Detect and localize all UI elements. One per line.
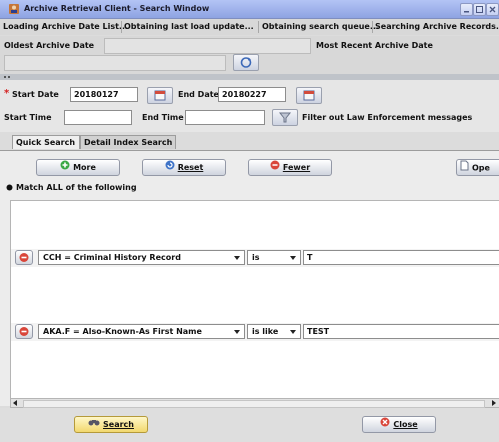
more-button[interactable]: More [36,159,120,176]
search-criteria-panel: * Start Date 20180127 End Date 20180227 … [0,80,499,132]
horizontal-scrollbar[interactable] [10,398,499,408]
field-select-value: CCH = Criminal History Record [43,253,181,262]
operator-select[interactable]: is [247,250,301,265]
required-asterisk: * [4,88,10,99]
tab-detail-index-search[interactable]: Detail Index Search [80,135,176,149]
match-all-label: Match ALL of the following [16,183,137,192]
archive-date-list-field [4,55,226,71]
document-icon [460,160,469,175]
window-title: Archive Retrieval Client - Search Window [24,4,210,13]
funnel-icon [273,112,297,127]
status-separator [258,21,259,33]
scroll-thumb[interactable] [23,400,485,408]
close-button-label: Close [393,420,418,429]
status-separator [121,21,122,33]
refresh-button[interactable] [233,54,259,71]
status-loading-dates: Loading Archive Date List... [3,22,129,31]
close-icon [380,417,390,432]
operator-select-value: is like [252,327,279,336]
reset-button-label: Reset [177,163,204,172]
title-bar: Archive Retrieval Client - Search Window [0,0,499,19]
filter-button[interactable] [272,109,298,126]
search-button-label: Search [103,420,134,429]
calendar-icon [148,90,172,105]
oldest-archive-date-label: Oldest Archive Date [4,41,95,50]
rule-row: AKA.F = Also-Known-As First Name is like… [11,323,499,341]
oldest-archive-date-field [104,38,311,54]
radio-selected-icon [6,183,16,192]
operator-select[interactable]: is like [247,324,301,339]
more-button-label: More [73,163,96,172]
status-separator [372,21,373,33]
minus-icon [270,160,280,175]
end-time-label: End Time [142,113,184,122]
filter-law-enforcement-label: Filter out Law Enforcement messages [302,113,473,122]
start-date-input[interactable]: 20180127 [70,87,138,102]
close-button[interactable]: Close [362,416,436,433]
start-date-calendar-button[interactable] [147,87,173,104]
end-date-label: End Date [178,90,219,99]
end-time-input[interactable] [185,110,265,125]
rule-value-input[interactable]: TEST [303,324,499,339]
rule-value-input[interactable]: T [303,250,499,265]
end-date-input[interactable]: 20180227 [218,87,286,102]
status-last-load: Obtaining last load update... [124,22,254,31]
plus-icon [60,160,70,175]
field-select[interactable]: CCH = Criminal History Record [38,250,245,265]
app-icon [8,3,20,15]
most-recent-archive-date-label: Most Recent Archive Date [316,41,433,50]
end-date-calendar-button[interactable] [296,87,322,104]
field-select[interactable]: AKA.F = Also-Known-As First Name [38,324,245,339]
rule-row: CCH = Criminal History Record is T [11,249,499,267]
scroll-left-icon[interactable] [13,400,17,406]
rule-list: CCH = Criminal History Record is T AKA.F… [10,200,499,400]
close-window-icon[interactable] [486,3,499,16]
operator-select-value: is [252,253,260,262]
archive-date-panel: Oldest Archive Date Most Recent Archive … [0,36,499,74]
chevron-down-icon [234,256,240,260]
fewer-button-label: Fewer [282,163,311,172]
start-date-label: Start Date [12,90,59,99]
match-all-option[interactable]: Match ALL of the following [6,183,137,192]
remove-icon [16,327,32,340]
reset-button[interactable]: Reset [142,159,226,176]
fewer-button[interactable]: Fewer [248,159,332,176]
open-button-label: Ope [472,163,490,173]
status-bar: Loading Archive Date List... Obtaining l… [0,19,499,35]
search-tabs: Quick Search Detail Index Search [0,135,499,150]
open-button[interactable]: Ope [456,159,499,176]
chevron-down-icon [290,256,296,260]
start-time-input[interactable] [64,110,132,125]
status-searching: Searching Archive Records... [375,22,499,31]
reset-icon [165,160,175,175]
field-select-value: AKA.F = Also-Known-As First Name [43,327,202,336]
remove-rule-button[interactable] [15,324,33,339]
maximize-icon[interactable] [473,3,486,16]
tab-quick-search[interactable]: Quick Search [12,135,80,149]
remove-rule-button[interactable] [15,250,33,265]
chevron-down-icon [290,330,296,334]
scroll-right-icon[interactable] [492,400,496,406]
calendar-icon [297,90,321,105]
search-button[interactable]: Search [74,416,148,433]
start-time-label: Start Time [4,113,52,122]
remove-icon [16,253,32,266]
chevron-down-icon [234,330,240,334]
status-search-queue: Obtaining search queue... [262,22,379,31]
binoculars-icon [88,417,100,432]
minimize-icon[interactable] [460,3,473,16]
search-window: Archive Retrieval Client - Search Window… [0,0,499,442]
refresh-icon [234,57,258,72]
dialog-footer: Search Close [0,408,499,442]
